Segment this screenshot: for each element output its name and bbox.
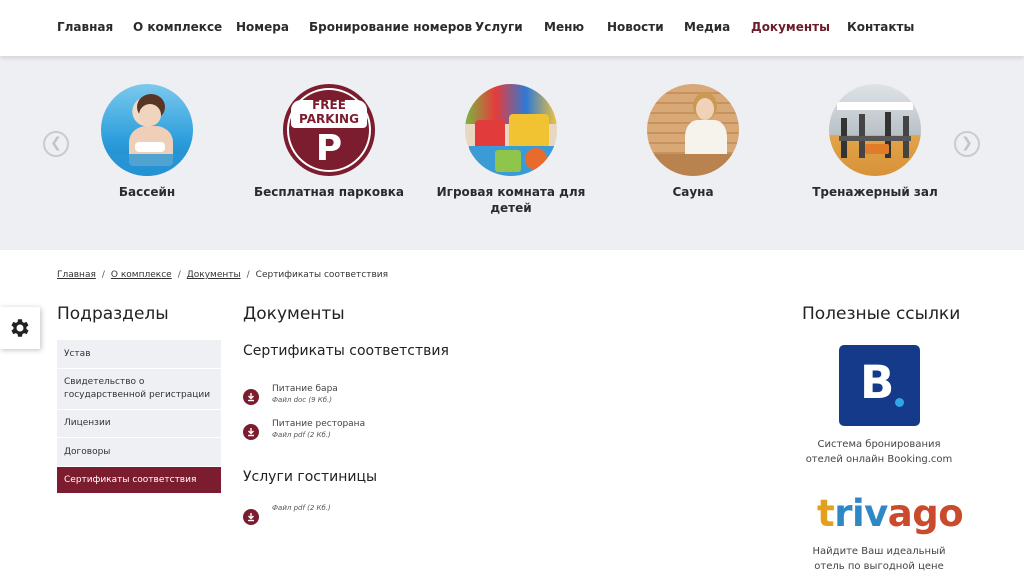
- trivago-letter: v: [864, 492, 888, 535]
- nav-item-documents[interactable]: Документы: [751, 20, 830, 34]
- sidebar-item-licenses[interactable]: Лицензии: [57, 410, 221, 438]
- breadcrumb: Главная / О комплексе / Документы / Сертификат…: [57, 270, 388, 280]
- booking-caption-line: отелей онлайн Booking.com: [805, 454, 953, 465]
- trivago-letter: o: [938, 492, 964, 535]
- service-label: Бесплатная парковка: [253, 185, 404, 199]
- booking-logo-dot: [895, 398, 904, 407]
- download-icon: [243, 424, 259, 440]
- service-playroom[interactable]: Игровая комната для детей: [421, 84, 601, 216]
- playroom-photo: [465, 84, 557, 176]
- trivago-caption-line: отель по выгодной цене: [814, 561, 944, 572]
- booking-caption-line: Система бронирования: [817, 439, 941, 450]
- service-label: Тренажерный зал: [812, 185, 938, 199]
- service-label: Игровая комната для детей: [436, 185, 586, 215]
- pool-photo: [101, 84, 193, 176]
- trivago-logo[interactable]: trivago: [817, 492, 964, 536]
- breadcrumb-home[interactable]: Главная: [57, 270, 96, 280]
- sidebar-title: Подразделы: [57, 304, 169, 324]
- section-title-certificates: Сертификаты соответствия: [243, 343, 449, 359]
- download-icon: [243, 389, 259, 405]
- nav-item-menu[interactable]: Меню: [544, 20, 584, 34]
- gear-icon: [11, 319, 29, 337]
- trivago-caption-line: Найдите Ваш идеальный: [812, 546, 946, 557]
- document-name: Питание ресторана: [272, 419, 366, 429]
- trivago-letter: a: [887, 492, 913, 535]
- top-navigation: Главная О комплексе Номера Бронирование …: [0, 0, 1024, 56]
- nav-item-rooms[interactable]: Номера: [236, 20, 289, 34]
- sidebar-item-registration[interactable]: Свидетельство о государственной регистра…: [57, 369, 221, 410]
- breadcrumb-current: Сертификаты соответствия: [255, 270, 389, 280]
- nav-item-services[interactable]: Услуги: [475, 20, 523, 34]
- document-item[interactable]: Файл pdf (2 Кб.): [243, 503, 331, 525]
- trivago-caption: Найдите Ваш идеальный отель по выгодной …: [789, 544, 969, 574]
- document-meta: Файл pdf (2 Кб.): [272, 431, 331, 439]
- trivago-letter: i: [851, 492, 865, 535]
- nav-item-home[interactable]: Главная: [57, 20, 113, 34]
- breadcrumb-separator: /: [177, 270, 181, 280]
- sidebar-menu: Устав Свидетельство о государственной ре…: [57, 340, 221, 494]
- service-label: Сауна: [672, 185, 714, 199]
- nav-item-news[interactable]: Новости: [607, 20, 664, 34]
- document-meta: Файл pdf (2 Кб.): [272, 504, 331, 512]
- document-meta: Файл doc (9 Кб.): [272, 396, 333, 404]
- service-pool[interactable]: Бассейн: [57, 84, 237, 200]
- useful-links-title: Полезные ссылки: [802, 304, 961, 324]
- breadcrumb-about[interactable]: О комплексе: [111, 270, 172, 280]
- settings-tab[interactable]: [0, 307, 40, 349]
- parking-badge-free: FREE: [312, 98, 346, 112]
- trivago-letter: r: [834, 492, 852, 535]
- page-title: Документы: [243, 304, 345, 324]
- document-item[interactable]: Питание ресторана Файл pdf (2 Кб.): [243, 418, 365, 440]
- download-icon: [243, 509, 259, 525]
- sauna-photo: [647, 84, 739, 176]
- service-label: Бассейн: [118, 185, 176, 199]
- service-gym[interactable]: Тренажерный зал: [785, 84, 965, 200]
- nav-item-media[interactable]: Медиа: [684, 20, 730, 34]
- booking-logo[interactable]: B: [839, 345, 920, 426]
- service-sauna[interactable]: Сауна: [603, 84, 783, 200]
- parking-badge-parking: PARKING: [299, 112, 359, 126]
- booking-caption: Система бронирования отелей онлайн Booki…: [789, 437, 969, 467]
- gym-photo: [829, 84, 921, 176]
- trivago-letter: t: [817, 492, 835, 535]
- section-title-hotel-services: Услуги гостиницы: [243, 469, 378, 485]
- document-item[interactable]: Питание бара Файл doc (9 Кб.): [243, 383, 338, 405]
- service-free-parking[interactable]: FREE PARKING P Бесплатная парковка: [239, 84, 419, 200]
- breadcrumb-documents[interactable]: Документы: [187, 270, 241, 280]
- breadcrumb-separator: /: [101, 270, 105, 280]
- document-name: Питание бара: [272, 384, 338, 394]
- nav-item-booking[interactable]: Бронирование номеров: [309, 20, 472, 34]
- sidebar-item-charter[interactable]: Устав: [57, 340, 221, 369]
- nav-item-contacts[interactable]: Контакты: [847, 20, 914, 34]
- sidebar-item-certificates[interactable]: Сертификаты соответствия: [57, 467, 221, 494]
- parking-badge-letter: P: [315, 128, 343, 169]
- nav-item-about[interactable]: О комплексе: [133, 20, 222, 34]
- trivago-letter: g: [912, 492, 939, 535]
- free-parking-photo: FREE PARKING P: [283, 84, 375, 176]
- sidebar-item-contracts[interactable]: Договоры: [57, 438, 221, 467]
- breadcrumb-separator: /: [246, 270, 250, 280]
- booking-logo-letter: B: [860, 356, 895, 409]
